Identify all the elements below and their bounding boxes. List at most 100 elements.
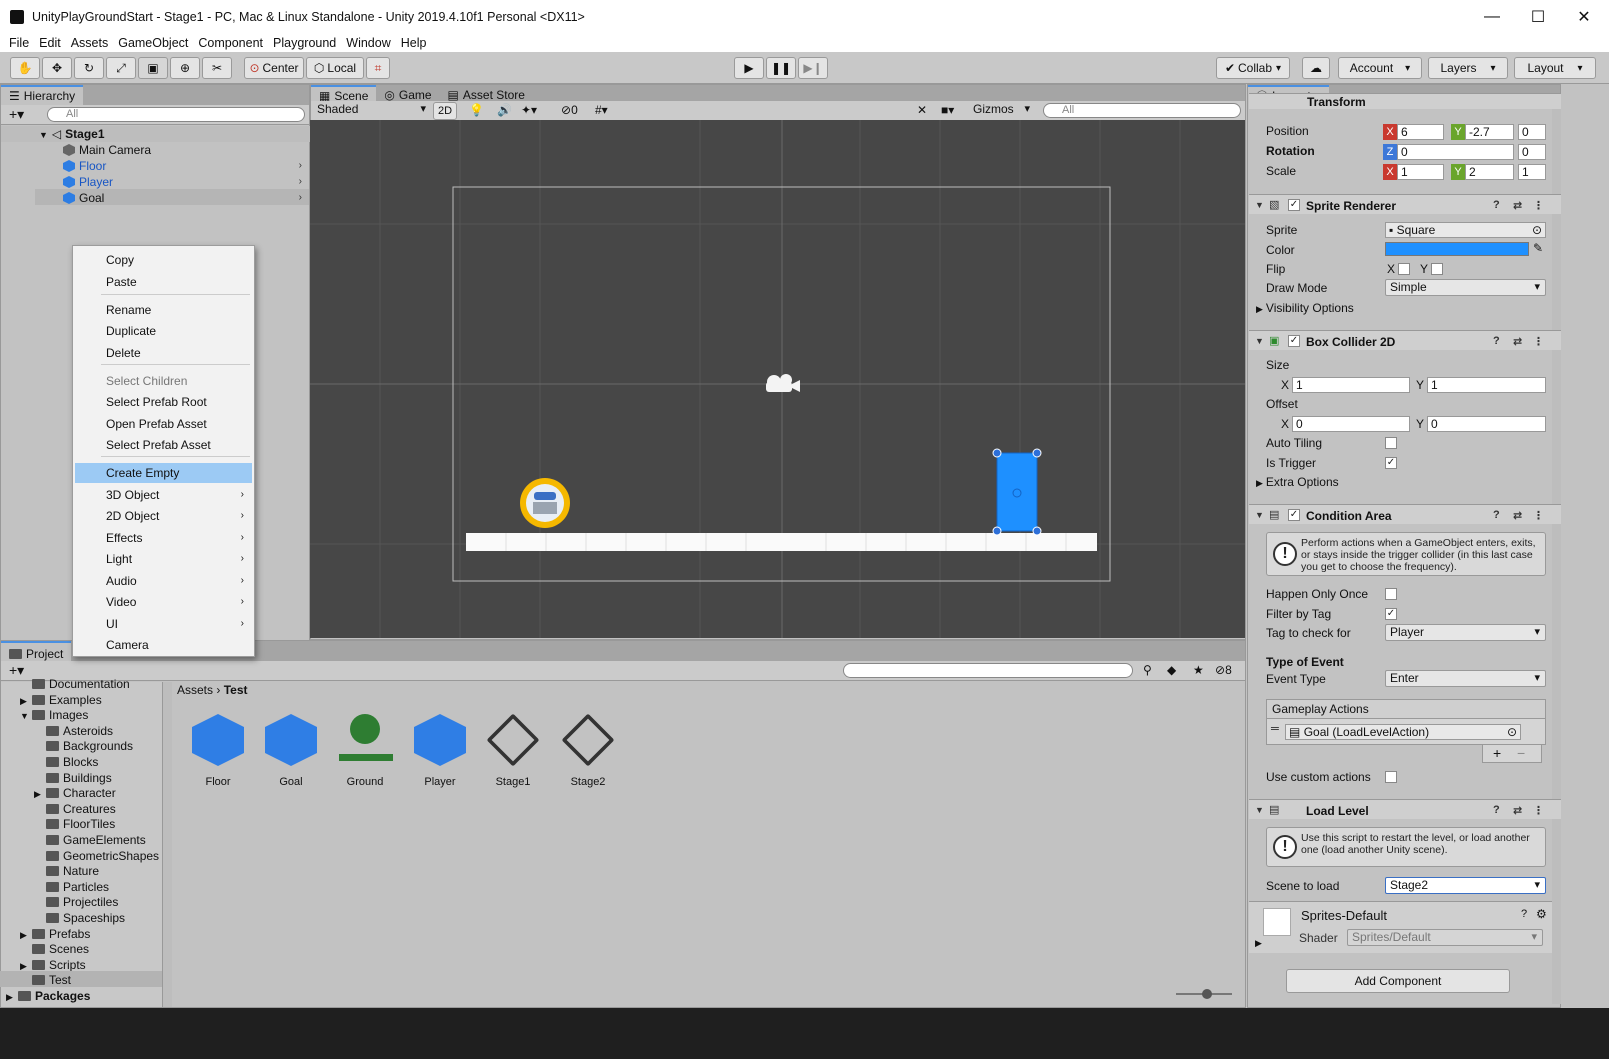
sprite-field[interactable]: ▪ Square ⊙ — [1385, 222, 1546, 238]
project-tree-item-particles[interactable]: Particles — [34, 879, 109, 895]
is-trigger-checkbox[interactable]: ✓ — [1385, 457, 1397, 469]
rotation-z-field[interactable]: 0 — [1397, 144, 1514, 160]
effects-icon[interactable]: ✦▾ — [521, 103, 537, 117]
chevron-right-icon[interactable]: › — [299, 158, 302, 174]
kebab-menu-icon[interactable]: ⋮ — [1533, 509, 1544, 522]
eyedropper-icon[interactable]: ✎ — [1533, 241, 1543, 255]
lighting-icon[interactable]: 💡 — [469, 103, 484, 117]
kebab-menu-icon[interactable]: ⋮ — [1533, 335, 1544, 348]
menu-help[interactable]: Help — [401, 36, 427, 50]
help-icon[interactable]: ? — [1493, 804, 1500, 816]
drag-handle-icon[interactable]: ═ — [1271, 723, 1279, 735]
step-button[interactable]: ▶❙ — [798, 57, 828, 79]
custom-actions-checkbox[interactable] — [1385, 771, 1397, 783]
extra-options-foldout[interactable]: ▶ Extra Options — [1256, 475, 1339, 489]
project-tree-item-spaceships[interactable]: Spaceships — [34, 910, 125, 926]
offset-x-field[interactable]: 0 — [1292, 416, 1410, 432]
hidden-objects-icon[interactable]: ⊘0 — [561, 103, 578, 117]
project-tree-item-scripts[interactable]: ▶ Scripts — [20, 957, 86, 973]
expand-arrow-icon[interactable]: ▼ — [1255, 200, 1264, 210]
add-action-button[interactable]: + — [1493, 745, 1501, 761]
custom-tool-icon[interactable]: ✂ — [202, 57, 232, 79]
load-level-header[interactable]: ▼ ▤ Load Level ? ⇄ ⋮ — [1249, 799, 1561, 819]
project-tree-item-character[interactable]: ▶ Character — [34, 785, 116, 801]
expand-arrow-icon[interactable]: ▶ — [1255, 938, 1262, 949]
project-tree-item-creatures[interactable]: Creatures — [34, 801, 116, 817]
color-swatch[interactable] — [1385, 242, 1529, 256]
inspector-scrollbar[interactable] — [1552, 104, 1561, 1004]
remove-action-button[interactable]: − — [1517, 745, 1525, 761]
move-tool-icon[interactable]: ✥ — [42, 57, 72, 79]
menu-gameobject[interactable]: GameObject — [118, 36, 188, 50]
transform-tool-icon[interactable]: ⊕ — [170, 57, 200, 79]
expand-arrow-icon[interactable]: ▼ — [1255, 336, 1264, 346]
offset-y-field[interactable]: 0 — [1427, 416, 1546, 432]
hierarchy-item-player[interactable]: Player › — [63, 174, 308, 190]
tree-scrollbar[interactable] — [163, 682, 172, 1007]
sprite-renderer-header[interactable]: ▼ ▧ ✓ Sprite Renderer ? ⇄ ⋮ — [1249, 194, 1561, 214]
hierarchy-item-main-camera[interactable]: Main Camera — [63, 142, 151, 158]
favorite-star-icon[interactable]: ★ — [1193, 663, 1204, 677]
enabled-checkbox[interactable]: ✓ — [1288, 509, 1300, 521]
asset-item-ground[interactable]: Ground — [330, 714, 400, 788]
flip-y-checkbox[interactable] — [1431, 263, 1443, 275]
context-menu-item-duplicate[interactable]: Duplicate — [75, 321, 252, 341]
scene-viewport[interactable] — [310, 120, 1245, 638]
play-button[interactable]: ▶ — [734, 57, 764, 79]
project-tree-item-asteroids[interactable]: Asteroids — [34, 723, 113, 739]
project-tree-item-images[interactable]: ▼ Images — [20, 707, 88, 723]
collapse-arrow-icon[interactable]: ▶ — [6, 989, 18, 1005]
layout-dropdown[interactable]: Layout ▾ — [1514, 57, 1596, 79]
asset-item-stage2[interactable]: Stage2 — [553, 713, 623, 788]
enabled-checkbox[interactable]: ✓ — [1288, 335, 1300, 347]
project-tree-item-blocks[interactable]: Blocks — [34, 754, 98, 770]
context-menu-item-light[interactable]: Light › — [75, 549, 252, 569]
help-icon[interactable]: ? — [1493, 199, 1500, 211]
menu-assets[interactable]: Assets — [71, 36, 109, 50]
context-menu-item-paste[interactable]: Paste — [75, 272, 252, 292]
audio-icon[interactable]: 🔊 — [497, 103, 512, 117]
preset-icon[interactable]: ⇄ — [1513, 509, 1522, 522]
hierarchy-search-input[interactable]: All — [47, 107, 305, 122]
project-search-input[interactable] — [843, 663, 1133, 678]
scene-row[interactable]: ▼ ◁ Stage1 — [39, 126, 105, 142]
project-tree-item-scenes[interactable]: Scenes — [20, 941, 89, 957]
project-tree-item-gameelements[interactable]: GameElements — [34, 832, 146, 848]
scale-x-field[interactable]: 1 — [1397, 164, 1444, 180]
project-tree-item-geometricshapes[interactable]: GeometricShapes — [34, 848, 159, 864]
toggle-2d-button[interactable]: 2D — [433, 102, 457, 120]
rect-tool-icon[interactable]: ▣ — [138, 57, 168, 79]
zoom-slider-handle[interactable] — [1202, 989, 1212, 999]
context-menu-item-create-empty[interactable]: Create Empty — [75, 463, 252, 483]
hidden-packages-icon[interactable]: ⊘8 — [1215, 663, 1232, 677]
scale-y-field[interactable]: 2 — [1465, 164, 1514, 180]
collapse-arrow-icon[interactable]: ▶ — [20, 693, 32, 709]
context-menu-item-open-prefab-asset[interactable]: Open Prefab Asset — [75, 414, 252, 434]
pause-button[interactable]: ❚❚ — [766, 57, 796, 79]
help-icon[interactable]: ? — [1521, 908, 1527, 920]
shader-dropdown[interactable]: Sprites/Default — [1347, 929, 1543, 946]
project-tree-item-documentation[interactable]: Documentation — [20, 676, 130, 692]
scale-z-field[interactable]: 1 — [1518, 164, 1546, 180]
menu-component[interactable]: Component — [198, 36, 263, 50]
size-x-field[interactable]: 1 — [1292, 377, 1410, 393]
context-menu-item-ui[interactable]: UI › — [75, 614, 252, 634]
project-tree-item-nature[interactable]: Nature — [34, 863, 99, 879]
happen-once-checkbox[interactable] — [1385, 588, 1397, 600]
asset-item-goal[interactable]: Goal — [256, 714, 326, 788]
context-menu-item-audio[interactable]: Audio › — [75, 571, 252, 591]
add-component-button[interactable]: Add Component — [1286, 969, 1510, 993]
tag-check-dropdown[interactable]: Player — [1385, 624, 1546, 641]
scale-tool-icon[interactable]: ⤢ — [106, 57, 136, 79]
enabled-checkbox[interactable]: ✓ — [1288, 199, 1300, 211]
filter-tag-checkbox[interactable]: ✓ — [1385, 608, 1397, 620]
asset-item-stage1[interactable]: Stage1 — [478, 713, 548, 788]
chevron-right-icon[interactable]: › — [299, 174, 302, 190]
gear-icon[interactable]: ⚙ — [1536, 907, 1547, 921]
player-object[interactable] — [520, 478, 570, 528]
flip-x-checkbox[interactable] — [1398, 263, 1410, 275]
hierarchy-item-floor[interactable]: Floor › — [63, 158, 308, 174]
label-icon[interactable]: ◆ — [1167, 663, 1176, 677]
hand-tool-icon[interactable]: ✋ — [10, 57, 40, 79]
pivot-center-button[interactable]: ⊙ Center — [244, 57, 304, 79]
